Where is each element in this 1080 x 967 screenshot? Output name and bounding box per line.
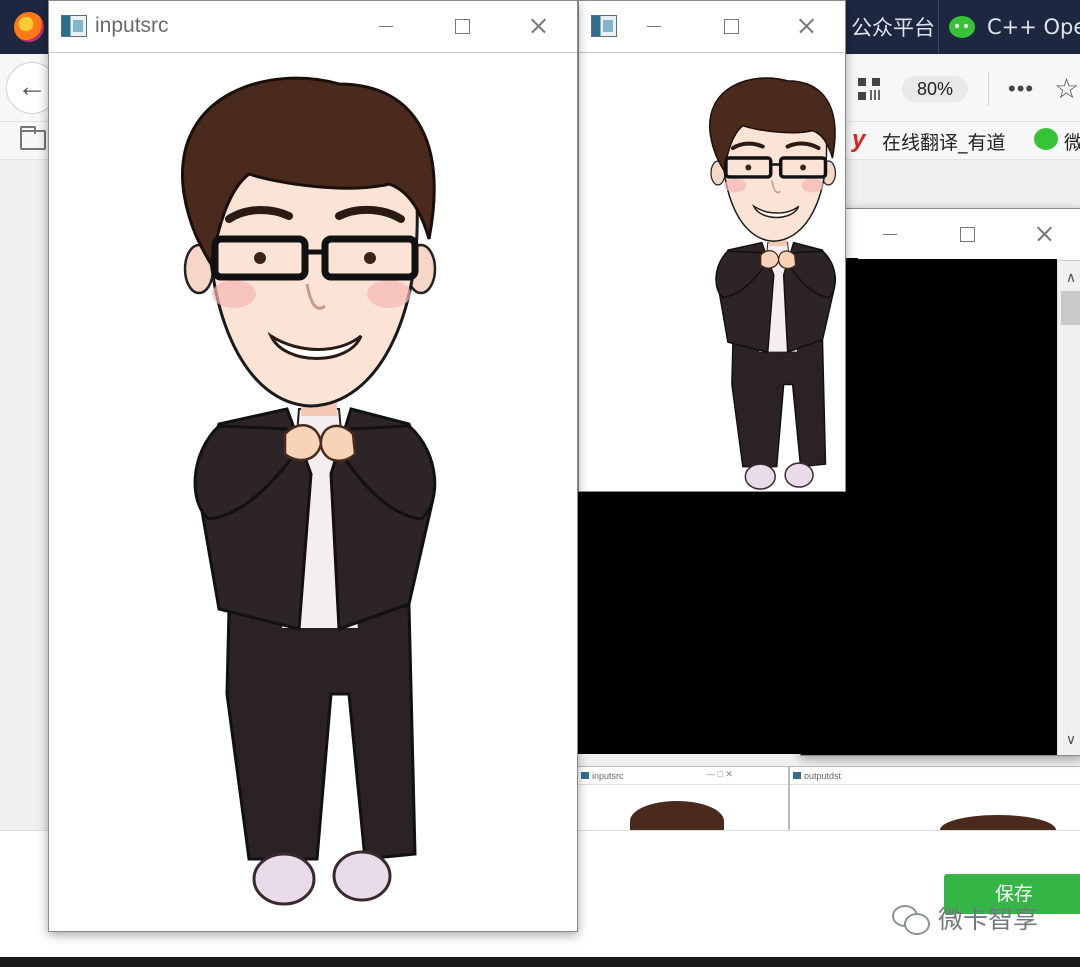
tab-label: C++ Ope [987,15,1080,39]
opencv-window-inputsrc[interactable]: inputsrc [48,0,578,932]
zoom-level-badge[interactable]: 80% [902,76,968,102]
vertical-scrollbar[interactable]: ∧ ∨ [1057,261,1080,755]
browser-tab-cpp-opencv[interactable]: C++ Ope [938,0,1080,54]
minimize-button[interactable] [371,11,401,41]
minimize-button[interactable] [875,219,905,249]
bookmark-youdao-translate[interactable]: 在线翻译_有道 [882,128,1006,155]
more-menu-icon[interactable]: ••• [1008,76,1034,102]
maximize-button[interactable] [447,11,477,41]
cartoon-person-small-image [707,75,838,491]
thumbnail-title: outputdst [790,767,1080,785]
tab-label: 公众平台 [851,16,935,40]
wechat-logo-icon [892,903,930,935]
scroll-up-icon[interactable]: ∧ [1058,265,1080,289]
window-titlebar[interactable] [579,1,845,53]
firefox-logo-icon[interactable] [14,12,44,42]
thumbnail-title: inputsrc [578,767,788,785]
minimize-button[interactable] [639,11,669,41]
window-title: inputsrc [95,14,169,37]
cartoon-person-image [49,54,577,932]
scroll-down-icon[interactable]: ∨ [1058,727,1080,751]
browser-tab-wechat-platform[interactable]: 公众平台 [840,0,938,54]
thumbnail-outputdst-window: outputdst [789,766,1080,836]
opencv-window-outputdst[interactable] [578,0,846,492]
bookmark-star-icon[interactable]: ☆ [1054,72,1079,105]
close-button[interactable] [1029,219,1059,249]
wechat-icon [1034,128,1058,150]
thumbnail-window-controls: — □ ✕ [706,769,733,779]
close-button[interactable] [523,11,553,41]
back-arrow-icon: ← [17,70,47,103]
maximize-button[interactable] [716,11,746,41]
opencv-window-icon [61,15,87,37]
folder-icon[interactable] [20,126,46,150]
watermark: 微卡智享 [892,900,1038,936]
maximize-button[interactable] [952,219,982,249]
wechat-icon [949,16,975,38]
close-button[interactable] [791,11,821,41]
watermark-text: 微卡智享 [938,905,1039,934]
youdao-icon: y [852,126,866,153]
toolbar-divider [988,72,989,106]
scrollbar-thumb[interactable] [1061,291,1080,325]
image-canvas [579,54,845,491]
opencv-window-icon [591,15,617,37]
qr-code-icon[interactable] [858,78,880,100]
bookmark-wechat[interactable]: 微 [1064,128,1080,155]
window-titlebar[interactable]: inputsrc [49,1,577,53]
image-canvas [49,54,577,931]
thumbnail-inputsrc-window: inputsrc — □ ✕ [577,766,789,836]
os-taskbar [0,957,1080,967]
